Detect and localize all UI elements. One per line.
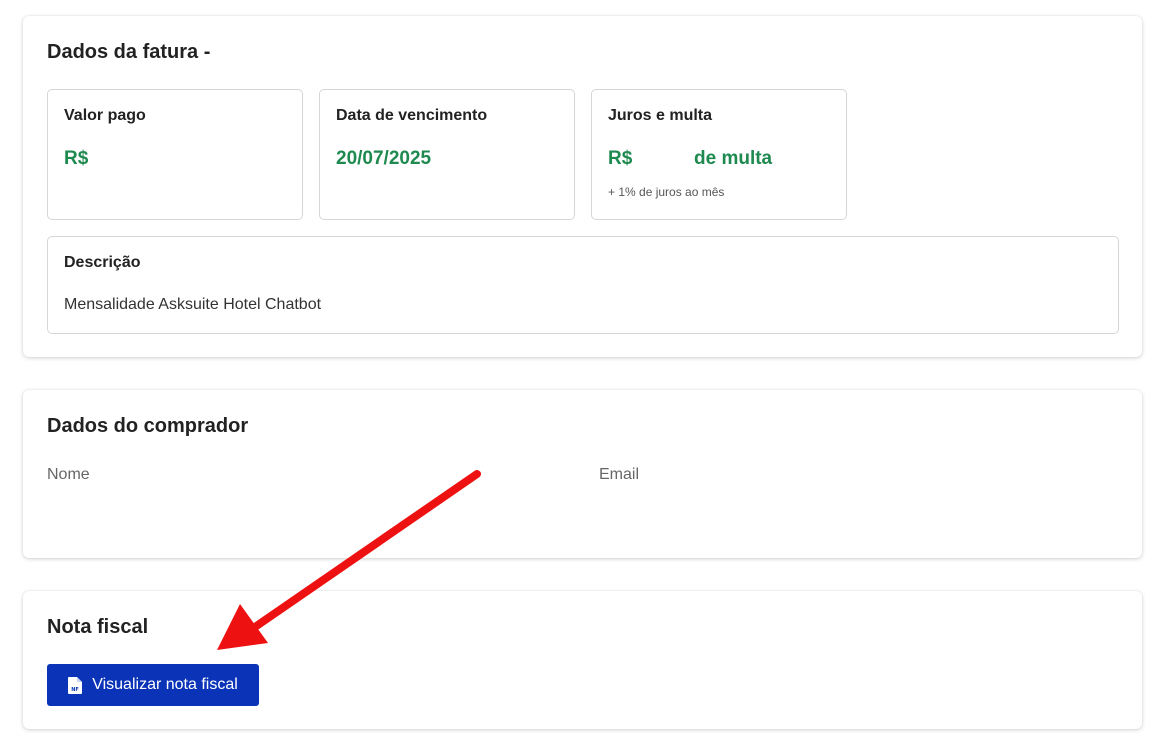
vencimento-value: 20/07/2025	[336, 148, 432, 169]
buyer-name-label: Nome	[47, 466, 90, 483]
valor-pago-label: Valor pago	[64, 107, 146, 124]
invoice-card: Dados da fatura - Valor pago R$ Data de …	[23, 16, 1142, 357]
buyer-email-label: Email	[599, 466, 640, 483]
juros-subtext: + 1% de juros ao mês	[608, 185, 725, 199]
fiscal-card-title: Nota fiscal	[47, 616, 149, 638]
description-box: Descrição Mensalidade Asksuite Hotel Cha…	[47, 236, 1119, 334]
juros-multa-value: R$	[608, 148, 633, 169]
invoice-card-title: Dados da fatura -	[47, 41, 211, 63]
buyer-card-title: Dados do comprador	[47, 415, 249, 437]
multa-suffix: de multa	[694, 148, 773, 169]
juros-multa-box: Juros e multa R$ de multa + 1% de juros …	[591, 89, 847, 220]
nf-document-icon: NF	[68, 676, 83, 694]
description-text: Mensalidade Asksuite Hotel Chatbot	[64, 296, 322, 313]
view-fiscal-note-button[interactable]: NF Visualizar nota fiscal	[47, 664, 259, 706]
svg-text:NF: NF	[71, 687, 79, 693]
view-fiscal-note-label: Visualizar nota fiscal	[92, 676, 238, 693]
valor-pago-value: R$	[64, 148, 89, 169]
fiscal-card: Nota fiscal NF Visualizar nota fiscal	[23, 591, 1142, 729]
description-label: Descrição	[64, 254, 141, 271]
valor-pago-box: Valor pago R$	[47, 89, 303, 220]
juros-multa-label: Juros e multa	[608, 107, 713, 124]
vencimento-label: Data de vencimento	[336, 107, 488, 124]
buyer-card: Dados do comprador Nome Email	[23, 390, 1142, 558]
vencimento-box: Data de vencimento 20/07/2025	[319, 89, 575, 220]
